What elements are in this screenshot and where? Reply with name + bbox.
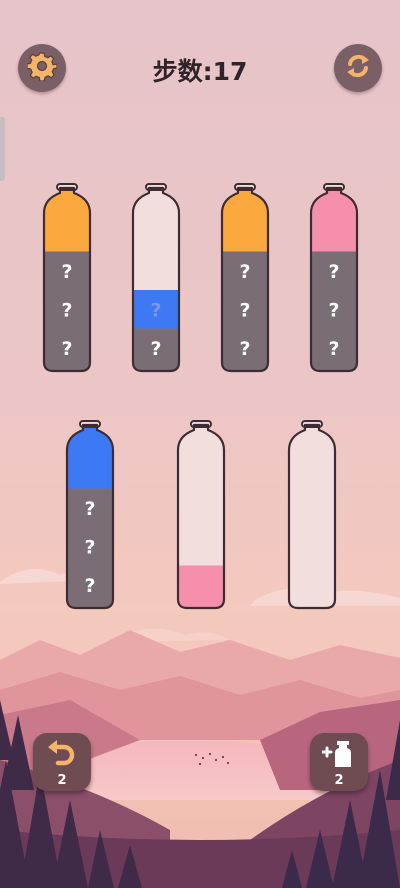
- undo-count: 2: [57, 773, 67, 788]
- bottle-1[interactable]: ???: [42, 183, 92, 375]
- bottle-2[interactable]: ??: [131, 183, 181, 375]
- hidden-color-mark: ?: [328, 299, 339, 321]
- hidden-color-mark: ?: [328, 261, 339, 283]
- liquid-layer-pink: [311, 188, 357, 252]
- hidden-color-mark: ?: [84, 575, 95, 597]
- liquid-layer-orange: [44, 188, 90, 252]
- bottle-glass: [289, 425, 335, 608]
- hidden-color-mark: ?: [239, 261, 250, 283]
- undo-icon: [46, 739, 78, 773]
- bottle-5[interactable]: ???: [65, 420, 115, 612]
- hidden-color-mark: ?: [84, 498, 95, 520]
- liquid-layer-blue: [67, 425, 113, 489]
- hidden-color-mark: ?: [150, 338, 161, 360]
- side-handle[interactable]: [0, 117, 5, 181]
- hidden-color-mark: ?: [61, 299, 72, 321]
- hidden-color-mark: ?: [328, 338, 339, 360]
- bottle-7[interactable]: [287, 420, 337, 612]
- hidden-color-mark: ?: [84, 536, 95, 558]
- liquid-layer-orange: [222, 188, 268, 252]
- restart-button[interactable]: [334, 44, 382, 92]
- bottle-6[interactable]: [176, 420, 226, 612]
- add-bottle-count: 2: [334, 773, 344, 788]
- add-bottle-icon: [321, 739, 356, 773]
- hidden-color-mark: ?: [239, 338, 250, 360]
- add-bottle-button[interactable]: 2: [310, 733, 368, 791]
- hidden-color-mark: ?: [61, 261, 72, 283]
- refresh-icon: [343, 51, 373, 85]
- bottle-3[interactable]: ???: [220, 183, 270, 375]
- bottle-4[interactable]: ???: [309, 183, 359, 375]
- hidden-color-mark: ?: [61, 338, 72, 360]
- undo-button[interactable]: 2: [33, 733, 91, 791]
- hidden-color-mark: ?: [150, 299, 161, 321]
- hidden-color-mark: ?: [239, 299, 250, 321]
